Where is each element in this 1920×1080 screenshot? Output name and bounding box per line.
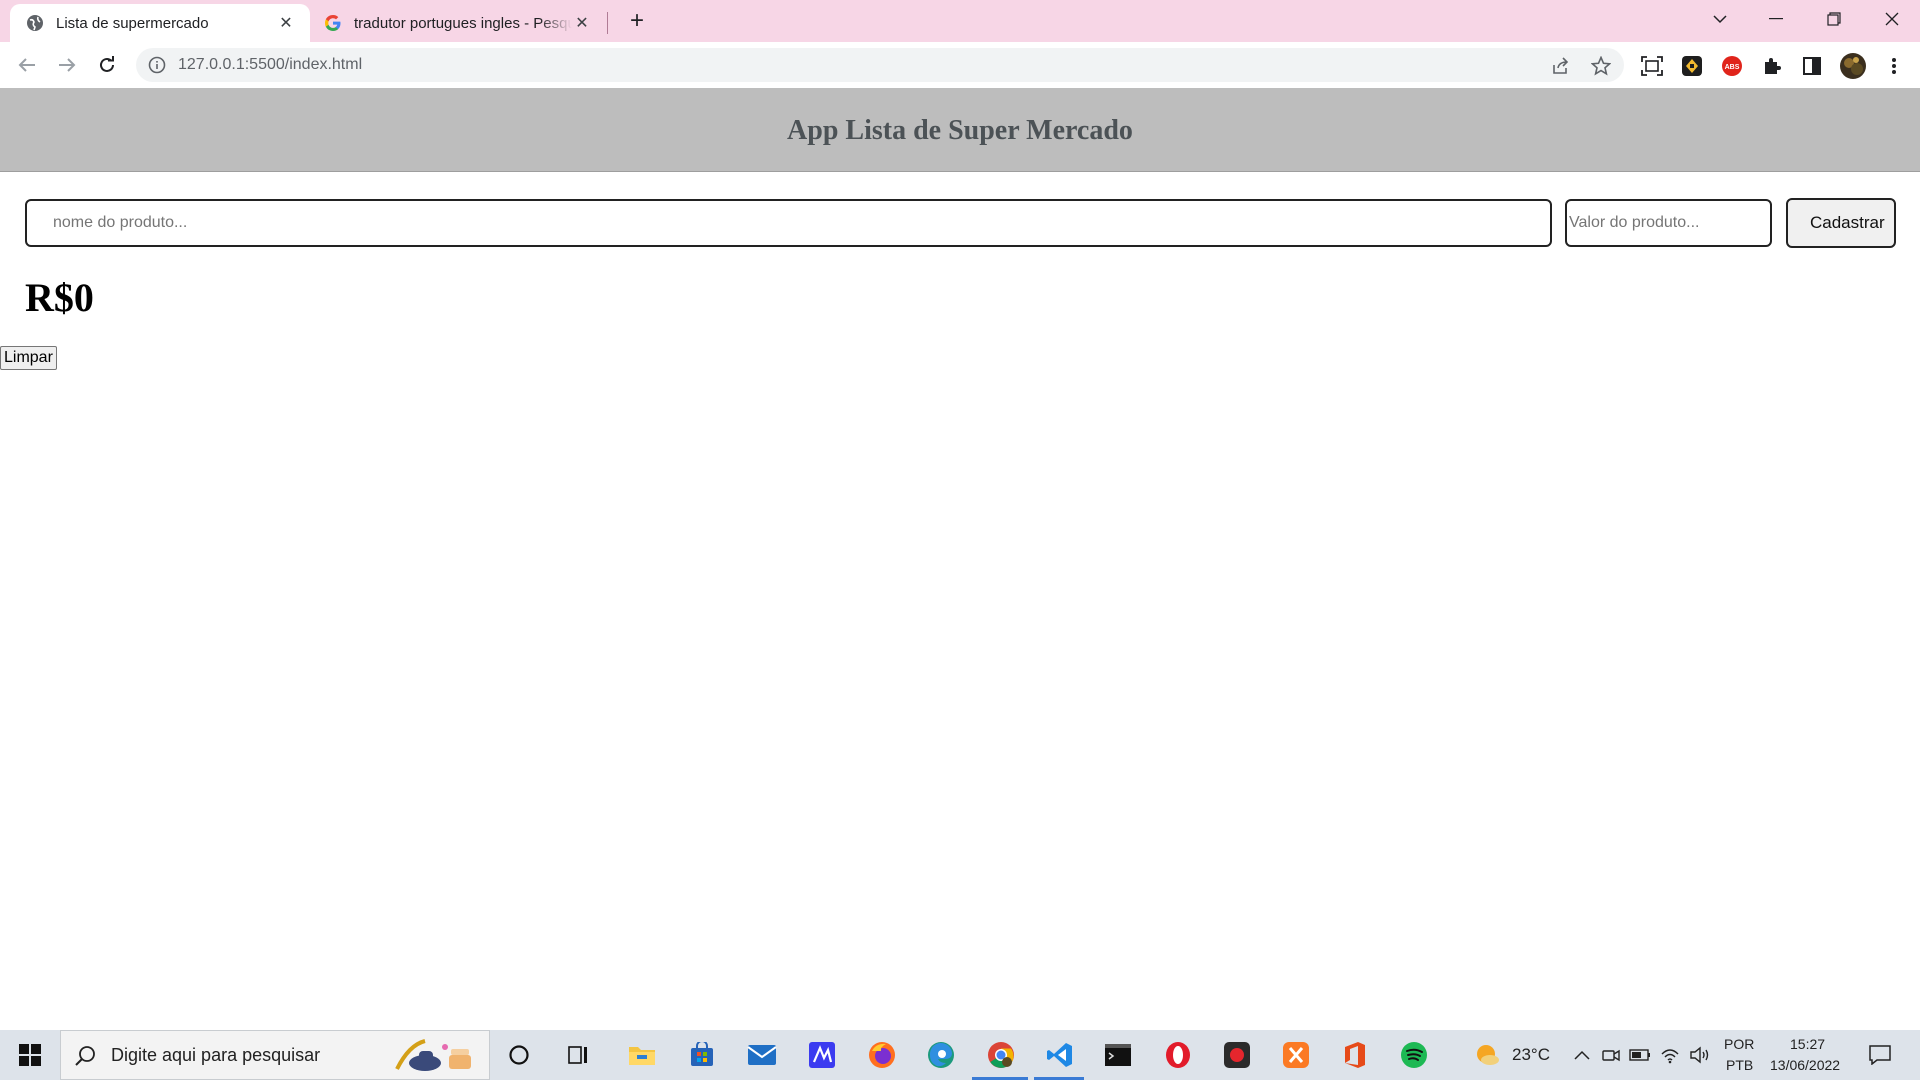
page-title: App Lista de Super Mercado bbox=[787, 115, 1133, 146]
google-icon bbox=[324, 14, 342, 32]
adblock-icon[interactable]: ABS bbox=[1720, 54, 1744, 78]
clear-button[interactable]: Limpar bbox=[0, 346, 57, 370]
site-info-icon[interactable] bbox=[148, 56, 166, 74]
file-explorer-icon[interactable] bbox=[626, 1039, 658, 1071]
back-arrow-icon[interactable] bbox=[12, 50, 42, 80]
tab-search-chevron-icon[interactable] bbox=[1692, 0, 1748, 38]
tab-divider bbox=[607, 12, 608, 34]
side-panel-icon[interactable] bbox=[1800, 54, 1824, 78]
weather-icon[interactable] bbox=[1472, 1039, 1502, 1071]
battery-icon[interactable] bbox=[1628, 1039, 1652, 1071]
chevron-up-icon[interactable] bbox=[1572, 1039, 1592, 1071]
total-value: R$0 bbox=[25, 275, 94, 320]
restore-icon[interactable] bbox=[1806, 0, 1862, 38]
weather-temperature[interactable]: 23°C bbox=[1512, 1045, 1550, 1065]
search-highlight-illustration-icon bbox=[395, 1039, 483, 1073]
page-viewport: App Lista de Super Mercado Cadastrar R$0… bbox=[0, 88, 1920, 1030]
screen-capture-icon[interactable] bbox=[1640, 54, 1664, 78]
tab-lista-de-supermercado[interactable]: Lista de supermercado ✕ bbox=[10, 4, 310, 42]
address-url: 127.0.0.1:5500/index.html bbox=[178, 56, 363, 73]
close-window-icon[interactable] bbox=[1864, 0, 1920, 38]
profile-avatar[interactable] bbox=[1838, 51, 1868, 81]
forward-arrow-icon[interactable] bbox=[52, 50, 82, 80]
recorder-icon[interactable] bbox=[1221, 1039, 1253, 1071]
office-icon[interactable] bbox=[1339, 1039, 1371, 1071]
close-icon[interactable]: ✕ bbox=[572, 13, 592, 33]
taskbar-search-placeholder: Digite aqui para pesquisar bbox=[111, 1045, 321, 1065]
taskbar-search-box[interactable]: Digite aqui para pesquisar bbox=[60, 1030, 490, 1080]
vscode-icon[interactable] bbox=[1044, 1039, 1076, 1071]
tab-title: tradutor portugues ingles - Pesquisa Goo… bbox=[354, 14, 572, 32]
opera-icon[interactable] bbox=[1162, 1039, 1194, 1071]
share-icon[interactable] bbox=[1550, 55, 1572, 77]
volume-icon[interactable] bbox=[1688, 1039, 1712, 1071]
reload-icon[interactable] bbox=[92, 50, 122, 80]
crypto-extension-icon[interactable] bbox=[1680, 54, 1704, 78]
product-name-input[interactable] bbox=[25, 199, 1552, 247]
app-header: App Lista de Super Mercado bbox=[0, 88, 1920, 172]
windows-taskbar: Digite aqui para pesquisar 23°C POR PTB … bbox=[0, 1030, 1920, 1080]
wifi-icon[interactable] bbox=[1658, 1039, 1682, 1071]
svg-text:ABS: ABS bbox=[1725, 64, 1740, 71]
tab-title: Lista de supermercado bbox=[56, 14, 209, 32]
notification-center-icon[interactable] bbox=[1864, 1039, 1896, 1071]
task-view-icon[interactable] bbox=[563, 1039, 595, 1071]
chrome-icon[interactable] bbox=[985, 1039, 1017, 1071]
meet-now-icon[interactable] bbox=[1600, 1039, 1622, 1071]
address-bar[interactable]: 127.0.0.1:5500/index.html bbox=[136, 48, 1624, 82]
bookmark-star-icon[interactable] bbox=[1590, 55, 1612, 77]
spotify-icon[interactable] bbox=[1398, 1039, 1430, 1071]
search-icon bbox=[75, 1045, 97, 1067]
keyboard-layout-code[interactable]: PTB bbox=[1726, 1057, 1753, 1073]
terminal-icon[interactable] bbox=[1102, 1039, 1134, 1071]
windows-start-icon[interactable] bbox=[0, 1030, 60, 1080]
minimize-icon[interactable] bbox=[1748, 0, 1804, 38]
microsoft-store-icon[interactable] bbox=[686, 1039, 718, 1071]
register-button[interactable]: Cadastrar bbox=[1786, 198, 1896, 248]
tab-tradutor[interactable]: tradutor portugues ingles - Pesquisa Goo… bbox=[314, 4, 604, 42]
tab-strip: Lista de supermercado ✕ tradutor portugu… bbox=[0, 0, 1920, 42]
vscode-insiders-icon[interactable] bbox=[806, 1039, 838, 1071]
firefox-icon[interactable] bbox=[866, 1039, 898, 1071]
menu-kebab-icon[interactable] bbox=[1882, 54, 1906, 78]
globe-icon bbox=[26, 14, 44, 32]
cortana-icon[interactable] bbox=[503, 1039, 535, 1071]
close-icon[interactable]: ✕ bbox=[276, 13, 296, 33]
xampp-icon[interactable] bbox=[1280, 1039, 1312, 1071]
input-language-code[interactable]: POR bbox=[1724, 1036, 1754, 1052]
mail-icon[interactable] bbox=[746, 1039, 778, 1071]
puzzle-icon[interactable] bbox=[1760, 54, 1784, 78]
clock-date[interactable]: 13/06/2022 bbox=[1770, 1057, 1840, 1073]
edge-icon[interactable] bbox=[925, 1039, 957, 1071]
product-value-input[interactable] bbox=[1565, 199, 1772, 247]
new-tab-plus-icon[interactable]: + bbox=[624, 7, 650, 34]
clock-time[interactable]: 15:27 bbox=[1790, 1036, 1825, 1052]
browser-toolbar: 127.0.0.1:5500/index.html ABS bbox=[0, 42, 1920, 88]
